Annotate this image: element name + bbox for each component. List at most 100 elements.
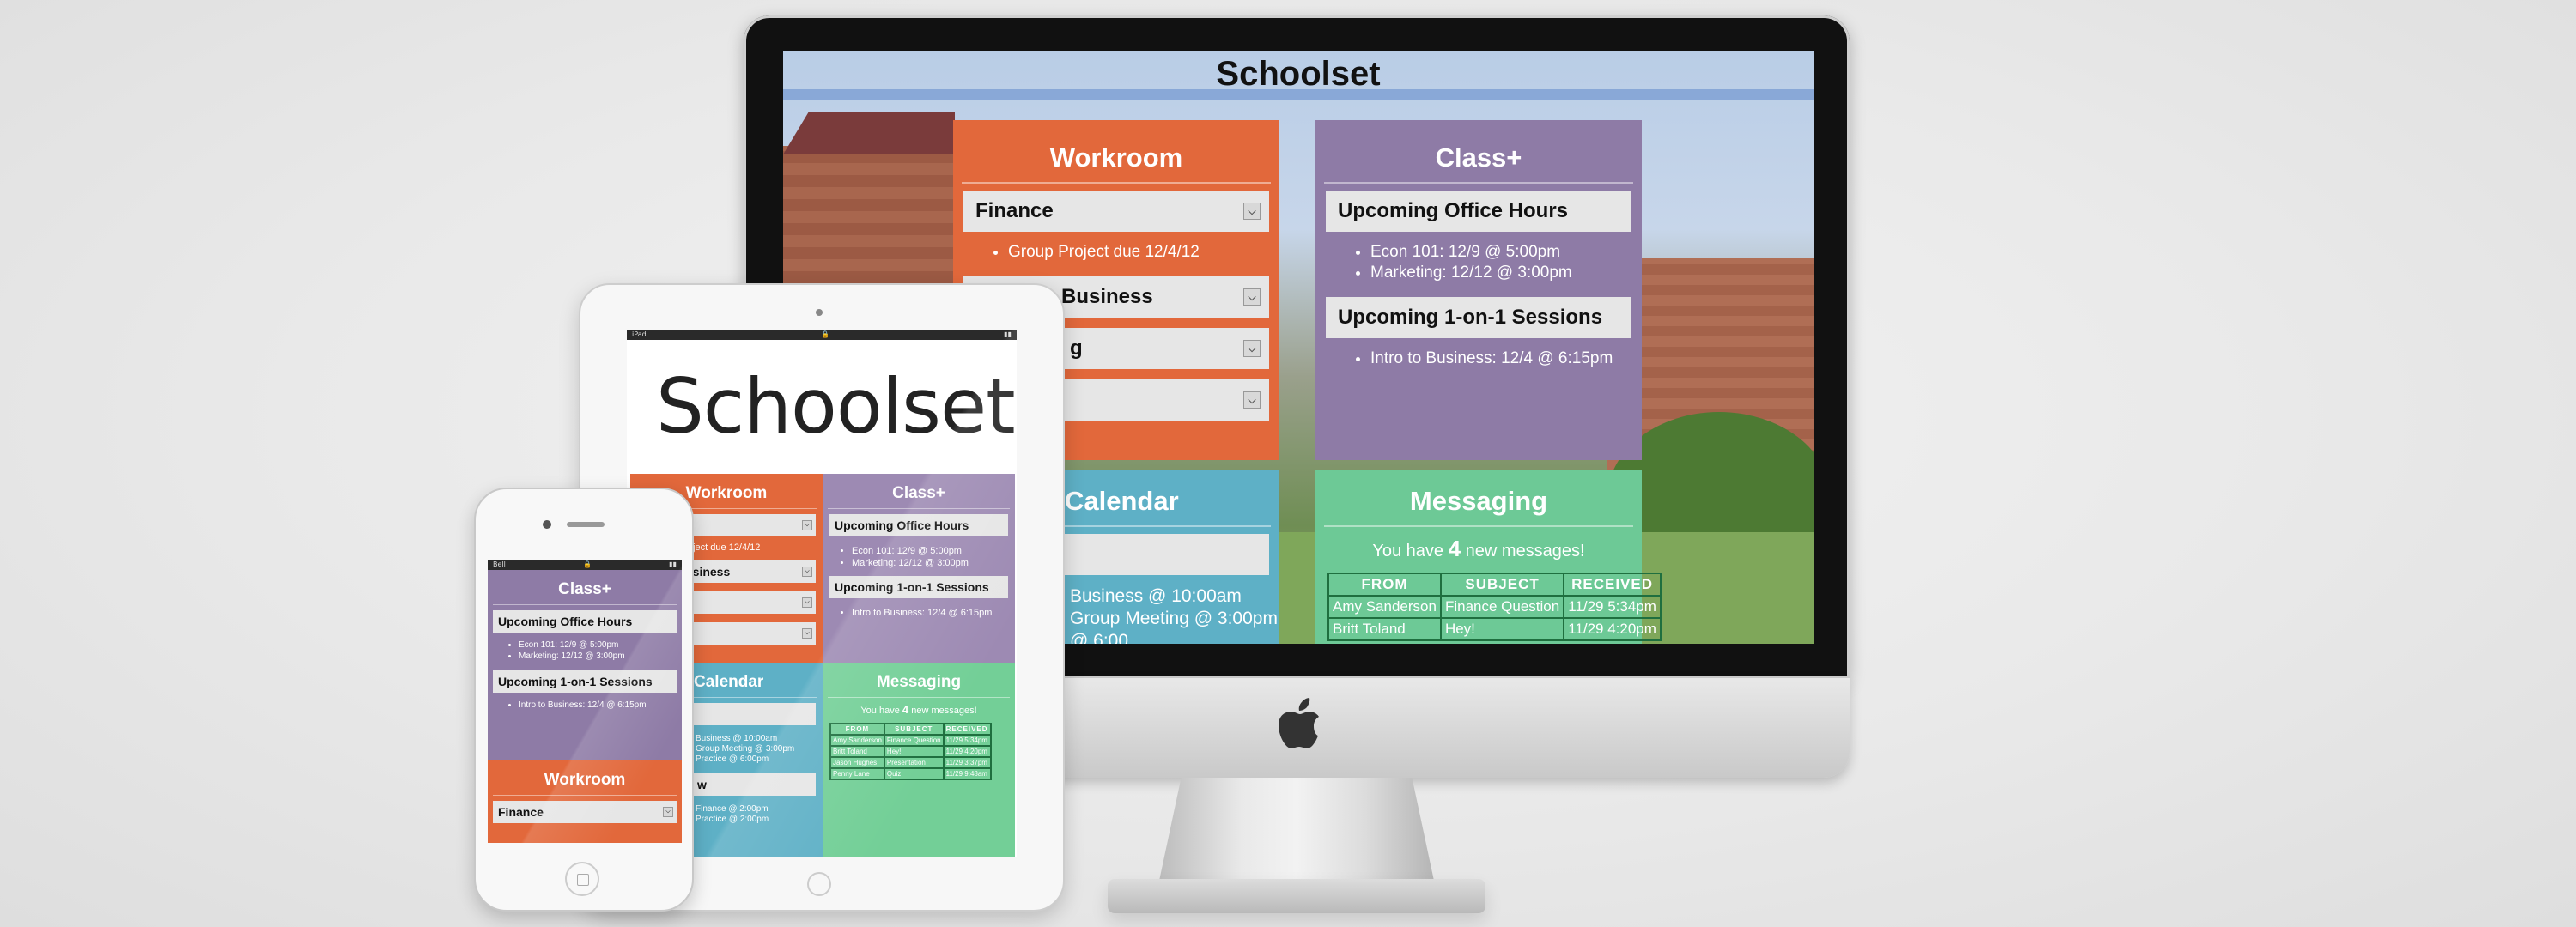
list-item: Group Project due 12/4/12	[1008, 242, 1279, 263]
office-hours-list: Econ 101: 12/9 @ 5:00pm Marketing: 12/12…	[823, 545, 1015, 569]
column-header: RECEIVED	[1563, 573, 1662, 597]
carrier-label: Bell	[493, 560, 506, 568]
classplus-panel: Class+ Upcoming Office Hours Econ 101: 1…	[1315, 120, 1642, 460]
table-row[interactable]: Britt Toland Hey! 11/29 4:20pm	[829, 745, 992, 758]
list-item: Econ 101: 12/9 @ 5:00pm	[852, 545, 1015, 557]
panel-title: Workroom	[544, 771, 626, 789]
camera-icon	[816, 309, 823, 316]
dropdown-finance[interactable]: Finance ⌵	[963, 191, 1269, 232]
divider	[493, 795, 677, 796]
status-bar: Bell 🔒 ▮▮	[488, 560, 682, 570]
chevron-down-icon[interactable]: ⌵	[802, 520, 812, 530]
sessions-header: Upcoming 1-on-1 Sessions	[493, 670, 677, 693]
workroom-panel: Workroom Finance ⌵	[488, 760, 682, 843]
calendar-dropdown[interactable]	[692, 703, 816, 725]
dropdown-label: g	[1070, 336, 1083, 360]
messaging-panel: Messaging You have 4 new messages! FROM …	[823, 663, 1015, 857]
office-hours-header: Upcoming Office Hours	[829, 514, 1008, 536]
calendar-event: Finance @ 2:00pm	[696, 804, 769, 814]
phone-screen: Bell 🔒 ▮▮ Class+ Upcoming Office Hours E…	[488, 560, 682, 843]
camera-icon	[543, 520, 551, 529]
divider	[828, 508, 1010, 509]
calendar-event: Business @ 10:00am	[696, 734, 778, 743]
lock-icon: 🔒	[583, 560, 592, 568]
new-messages-notice: You have 4 new messages!	[1372, 536, 1585, 561]
divider	[1324, 525, 1633, 527]
imac-foot	[1108, 879, 1485, 913]
table-row[interactable]: Penny Lane Quiz! 11/29 9:48am	[829, 767, 992, 780]
panel-title: Class+	[1435, 142, 1522, 173]
brand-logo: Schoolset	[656, 362, 1016, 451]
calendar-event: Practice @ 2:00pm	[696, 815, 769, 824]
office-hours-header: Upcoming Office Hours	[1326, 191, 1631, 232]
list-item: Project due 12/4/12	[678, 542, 823, 554]
chevron-down-icon[interactable]: ⌵	[1243, 288, 1261, 306]
message-count: 4	[1448, 536, 1461, 561]
chevron-down-icon[interactable]: ⌵	[1243, 203, 1261, 220]
section-label: Upcoming 1-on-1 Sessions	[1338, 306, 1603, 329]
lock-icon: 🔒	[820, 330, 829, 338]
message-count: 4	[902, 703, 909, 716]
home-button[interactable]	[807, 872, 831, 896]
table-row[interactable]: Amy Sanderson Finance Question 11/29 5:3…	[829, 734, 992, 747]
list-item: Marketing: 12/12 @ 3:00pm	[519, 651, 682, 662]
calendar-event: Business @ 10:00am	[1070, 586, 1242, 606]
dropdown-label: Business	[1061, 285, 1153, 308]
calendar-event: @ 6:00	[1070, 631, 1129, 644]
section-label: Upcoming Office Hours	[1338, 199, 1569, 222]
list-item: Intro to Business: 12/4 @ 6:15pm	[1370, 348, 1642, 369]
panel-title: Class+	[892, 484, 945, 502]
divider	[828, 697, 1010, 698]
calendar-event: Practice @ 6:00pm	[696, 754, 769, 764]
speaker-icon	[567, 522, 605, 527]
brand-title: Schoolset	[1216, 55, 1381, 93]
sessions-list: Intro to Business: 12/4 @ 6:15pm	[1315, 348, 1642, 369]
battery-icon: ▮▮	[1004, 330, 1012, 338]
chevron-down-icon[interactable]: ⌵	[802, 628, 812, 639]
list-item: Marketing: 12/12 @ 3:00pm	[852, 557, 1015, 569]
chevron-down-icon[interactable]: ⌵	[802, 566, 812, 577]
column-header: RECEIVED	[942, 723, 992, 736]
list-item: Intro to Business: 12/4 @ 6:15pm	[852, 607, 1015, 619]
office-hours-list: Econ 101: 12/9 @ 5:00pm Marketing: 12/12…	[488, 639, 682, 662]
divider	[962, 182, 1271, 184]
chevron-down-icon[interactable]: ⌵	[1243, 391, 1261, 409]
chevron-down-icon[interactable]: ⌵	[663, 807, 673, 817]
calendar-dropdown[interactable]	[1065, 534, 1269, 575]
messaging-panel: Messaging You have 4 new messages! FROM …	[1315, 470, 1662, 644]
calendar-event: Group Meeting @ 3:00pm	[696, 744, 795, 754]
dropdown-label: Finance	[975, 199, 1054, 222]
calendar-dropdown[interactable]: w	[692, 773, 816, 796]
new-messages-notice: You have 4 new messages!	[860, 703, 977, 716]
office-hours-list: Econ 101: 12/9 @ 5:00pm Marketing: 12/12…	[1315, 242, 1642, 283]
divider	[493, 604, 677, 605]
list-item: Intro to Business: 12/4 @ 6:15pm	[519, 700, 682, 711]
workroom-list: Group Project due 12/4/12	[953, 242, 1279, 263]
panel-title: Messaging	[1409, 486, 1548, 516]
chevron-down-icon[interactable]: ⌵	[802, 597, 812, 608]
messages-table: FROM SUBJECT RECEIVED Amy Sanderson Fina…	[1327, 573, 1662, 641]
chevron-down-icon[interactable]: ⌵	[1243, 340, 1261, 357]
sessions-list: Intro to Business: 12/4 @ 6:15pm	[823, 607, 1015, 619]
table-row[interactable]: Amy Sanderson Finance Question 11/29 5:3…	[1327, 595, 1662, 619]
carrier-label: iPad	[632, 330, 647, 338]
dropdown-finance[interactable]: Finance ⌵	[493, 801, 677, 823]
office-hours-header: Upcoming Office Hours	[493, 610, 677, 633]
apple-logo-icon	[1279, 698, 1319, 748]
table-row[interactable]: Jason Hughes Presentation 11/29 3:37pm	[829, 756, 992, 769]
list-item: Econ 101: 12/9 @ 5:00pm	[1370, 242, 1642, 263]
panel-title: Class+	[558, 580, 611, 598]
column-header: FROM	[1327, 573, 1442, 597]
battery-icon: ▮▮	[669, 560, 677, 568]
list-item: Econ 101: 12/9 @ 5:00pm	[519, 639, 682, 651]
home-button[interactable]	[565, 862, 599, 896]
divider	[1324, 182, 1633, 184]
table-row[interactable]: Britt Toland Hey! 11/29 4:20pm	[1327, 617, 1662, 641]
classplus-panel: Class+ Upcoming Office Hours Econ 101: 1…	[823, 474, 1015, 663]
messages-table: FROM SUBJECT RECEIVED Amy Sanderson Fina…	[829, 723, 992, 780]
panel-title: Workroom	[1049, 142, 1183, 173]
column-header: SUBJECT	[1439, 573, 1565, 597]
status-bar: iPad 🔒 ▮▮	[627, 330, 1017, 340]
list-item: Marketing: 12/12 @ 3:00pm	[1370, 263, 1642, 283]
panel-title: Messaging	[876, 673, 962, 691]
